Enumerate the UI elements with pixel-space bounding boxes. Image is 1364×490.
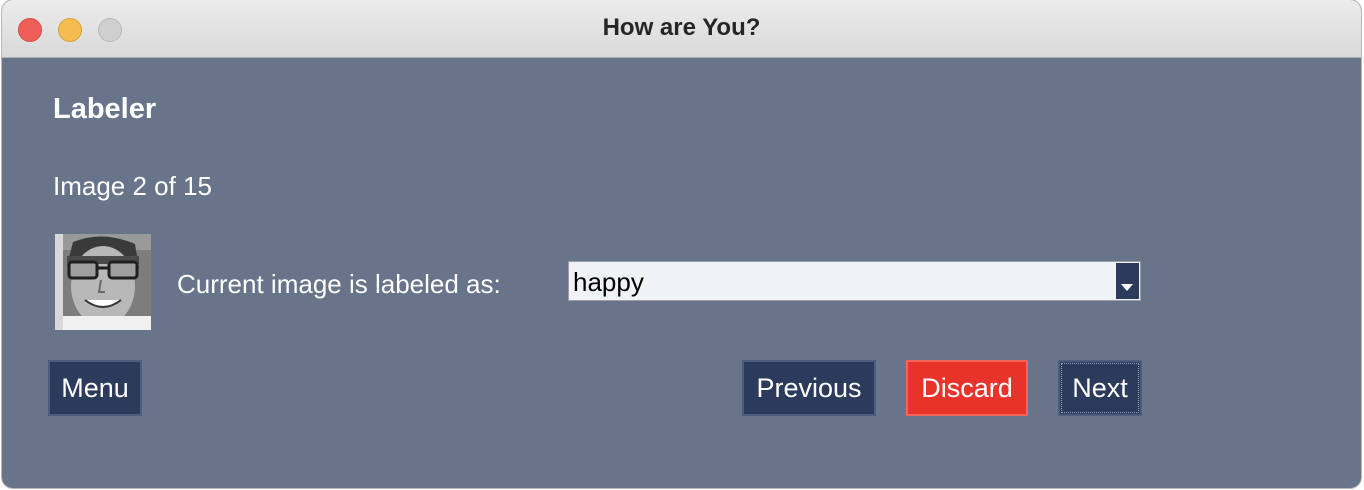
- chevron-down-icon: [1121, 284, 1133, 291]
- discard-button[interactable]: Discard: [906, 360, 1028, 416]
- previous-button[interactable]: Previous: [742, 360, 876, 416]
- image-counter: Image 2 of 15: [53, 171, 212, 201]
- face-thumbnail-image: [55, 234, 151, 330]
- current-label-caption: Current image is labeled as:: [177, 269, 501, 299]
- label-select[interactable]: happy: [568, 261, 1141, 301]
- labeler-panel: Labeler Image 2 of 15 Current image is l…: [2, 58, 1361, 488]
- label-select-dropdown-button[interactable]: [1116, 263, 1139, 299]
- next-button[interactable]: Next: [1058, 360, 1142, 416]
- label-select-value: happy: [573, 267, 644, 297]
- title-bar: How are You?: [2, 0, 1361, 58]
- app-window: How are You? Labeler Image 2 of 15 Curre…: [2, 0, 1361, 488]
- page-title: Labeler: [53, 93, 157, 125]
- menu-button[interactable]: Menu: [48, 360, 142, 416]
- window-title: How are You?: [602, 14, 761, 41]
